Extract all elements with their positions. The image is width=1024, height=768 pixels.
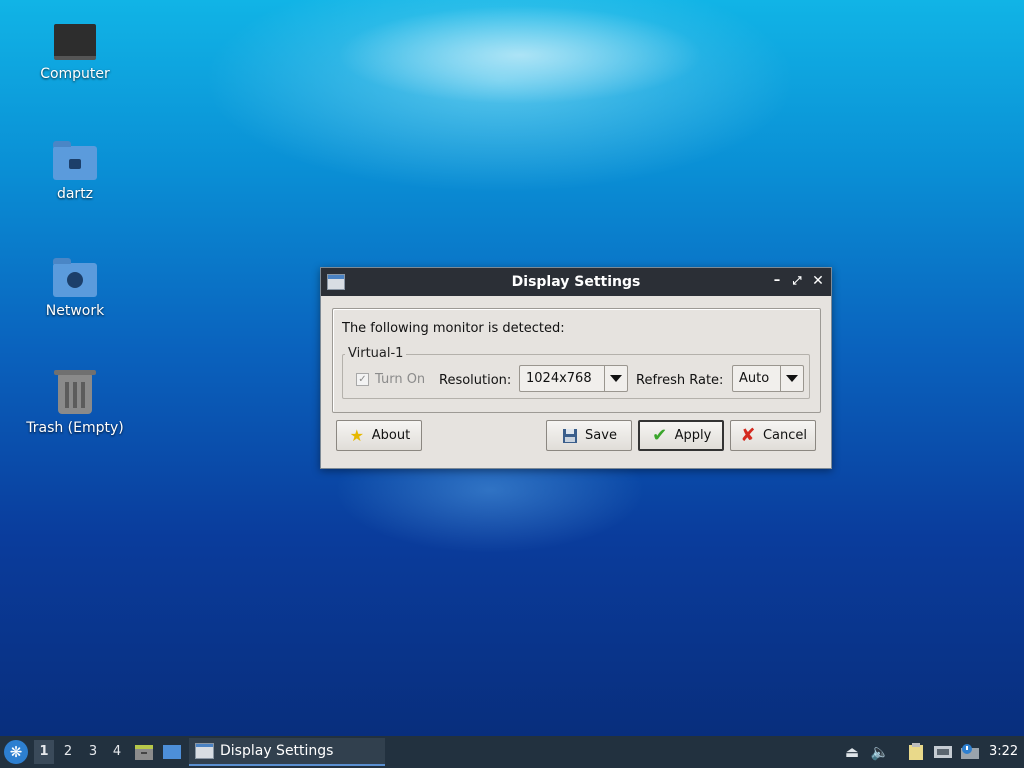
save-label: Save xyxy=(585,428,617,443)
save-button[interactable]: Save xyxy=(546,420,632,451)
trash-icon xyxy=(54,370,96,414)
cancel-label: Cancel xyxy=(762,428,808,443)
refresh-rate-value: Auto xyxy=(739,371,770,386)
refresh-rate-label: Refresh Rate: xyxy=(636,373,724,388)
desktop-icon-label: Trash (Empty) xyxy=(26,420,124,436)
desktop: Computer dartz Network Trash (Empty) Dis… xyxy=(0,0,1024,768)
checkbox-check-icon: ✓ xyxy=(356,373,369,386)
detected-text: The following monitor is detected: xyxy=(342,321,565,336)
taskbar: ❋ 1 2 3 4 Display Settings ⏏ 🔈 3:22 xyxy=(0,736,1024,768)
window-titlebar[interactable]: Display Settings – ⤢ ✕ xyxy=(321,268,831,296)
window-app-icon[interactable] xyxy=(327,274,345,290)
monitor-name: Virtual-1 xyxy=(345,346,407,361)
update-notifier-icon[interactable] xyxy=(960,742,980,762)
desktop-icon-label: dartz xyxy=(56,186,94,202)
task-title: Display Settings xyxy=(220,743,334,759)
home-folder-icon xyxy=(53,141,97,180)
about-button[interactable]: ★ About xyxy=(336,420,422,451)
desktop-icon-computer[interactable]: Computer xyxy=(20,22,130,82)
resolution-value: 1024x768 xyxy=(526,371,592,386)
workspace-3[interactable]: 3 xyxy=(86,744,100,759)
clipboard-icon[interactable] xyxy=(906,742,926,762)
window-title: Display Settings xyxy=(511,274,641,290)
eject-icon[interactable]: ⏏ xyxy=(842,742,862,762)
checkmark-icon: ✔ xyxy=(652,424,668,446)
minimize-icon[interactable]: – xyxy=(769,273,785,289)
workspace-1[interactable]: 1 xyxy=(34,740,54,764)
task-display-settings[interactable]: Display Settings xyxy=(189,738,385,766)
close-icon[interactable]: ✕ xyxy=(810,273,826,289)
chevron-down-icon[interactable] xyxy=(780,366,803,391)
globe-emblem-icon xyxy=(67,272,83,288)
desktop-icon-trash[interactable]: Trash (Empty) xyxy=(20,370,130,436)
cancel-button[interactable]: ✘ Cancel xyxy=(730,420,816,451)
maximize-icon[interactable]: ⤢ xyxy=(789,273,805,289)
chevron-down-icon[interactable] xyxy=(604,366,627,391)
resolution-combo[interactable]: 1024x768 xyxy=(519,365,628,392)
desktop-icon-home[interactable]: dartz xyxy=(20,140,130,202)
window-icon xyxy=(195,743,214,759)
start-menu-icon[interactable]: ❋ xyxy=(4,740,28,764)
workspace-4[interactable]: 4 xyxy=(110,744,124,759)
desktop-icon-label: Network xyxy=(45,303,105,319)
show-desktop-icon[interactable] xyxy=(162,742,182,762)
home-emblem-icon xyxy=(69,159,81,169)
computer-icon xyxy=(54,24,96,60)
desktop-icon-label: Computer xyxy=(40,66,110,82)
star-icon: ★ xyxy=(349,425,364,445)
turn-on-label: Turn On xyxy=(375,372,426,387)
clock[interactable]: 3:22 xyxy=(989,744,1018,759)
refresh-rate-combo[interactable]: Auto xyxy=(732,365,804,392)
network-folder-icon xyxy=(53,258,97,297)
monitor-group: Virtual-1 ✓ Turn On Resolution: 1024x768… xyxy=(342,346,810,399)
workspace-2[interactable]: 2 xyxy=(61,744,75,759)
resolution-label: Resolution: xyxy=(439,373,512,388)
turn-on-checkbox[interactable]: ✓ Turn On xyxy=(356,372,425,387)
desktop-icon-network[interactable]: Network xyxy=(20,257,130,319)
about-label: About xyxy=(371,428,411,443)
apply-button[interactable]: ✔ Apply xyxy=(638,420,724,451)
volume-icon[interactable]: 🔈 xyxy=(870,742,890,762)
file-manager-icon[interactable] xyxy=(134,742,154,762)
floppy-disk-icon xyxy=(561,427,579,445)
monitor-panel: The following monitor is detected: Virtu… xyxy=(332,308,821,413)
display-settings-window: Display Settings – ⤢ ✕ The following mon… xyxy=(320,267,832,469)
network-icon[interactable] xyxy=(933,742,953,762)
cancel-x-icon: ✘ xyxy=(740,424,756,446)
apply-label: Apply xyxy=(674,428,712,443)
